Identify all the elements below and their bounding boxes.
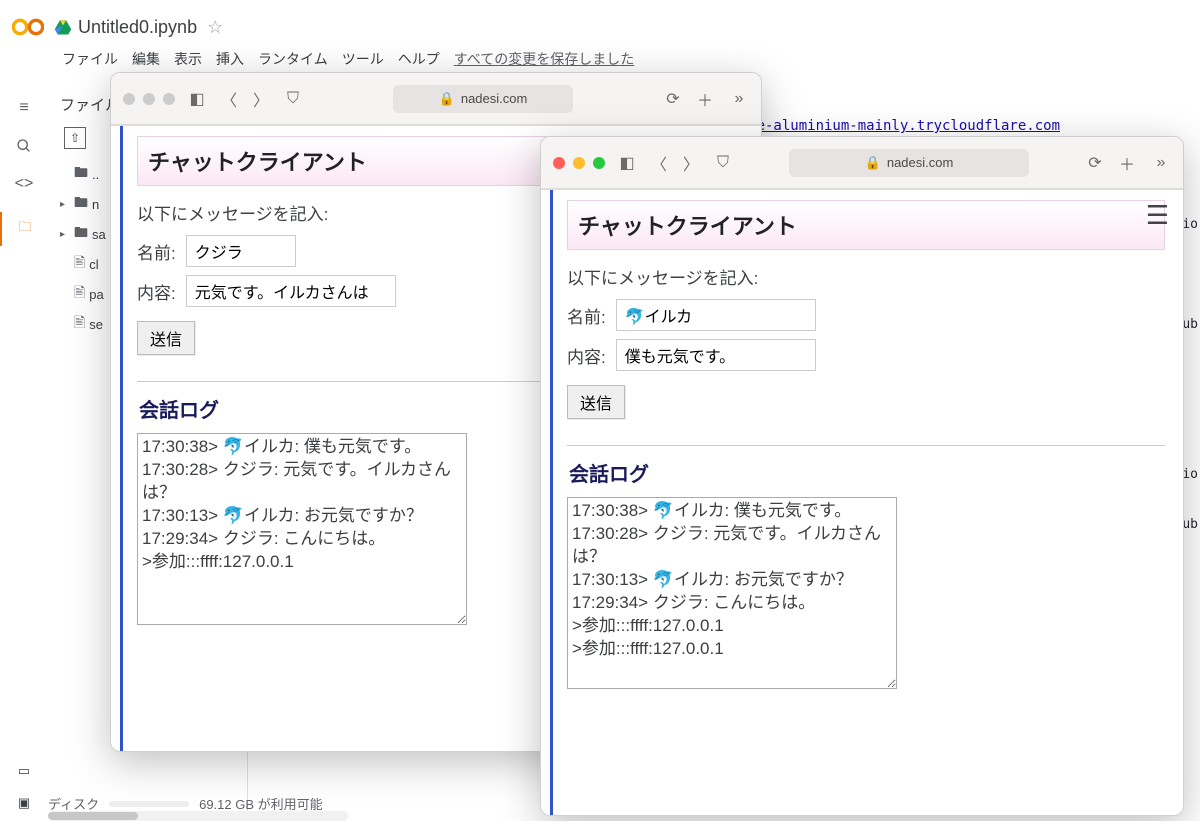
menu-edit[interactable]: 編集 (132, 49, 160, 69)
hamburger-icon[interactable]: ☰ (1146, 200, 1169, 231)
save-status: すべての変更を保存しました (454, 49, 634, 69)
tabs-icon[interactable]: » (729, 89, 749, 109)
safari-toolbar: ◧ 〈 〉 ⛉ 🔒 nadesi.com ⟳ ＋ » (111, 73, 761, 125)
toc-icon[interactable]: ≡ (14, 98, 34, 118)
forward-icon[interactable]: 〉 (681, 153, 701, 173)
menu-tools[interactable]: ツール (342, 49, 384, 69)
safari-window-2: ◧ 〈 〉 ⛉ 🔒 nadesi.com ⟳ ＋ » ☰ チャットクライアント … (540, 136, 1184, 816)
reload-icon[interactable]: ⟳ (663, 89, 683, 109)
lock-icon: 🔒 (865, 155, 881, 171)
content-input[interactable] (616, 339, 816, 371)
content-input[interactable] (186, 275, 396, 307)
new-tab-icon[interactable]: ＋ (695, 89, 715, 109)
code-icon[interactable]: <> (14, 174, 34, 194)
log-title: 会話ログ (567, 454, 1165, 497)
traffic-lights[interactable] (123, 93, 175, 105)
sidebar-icon[interactable]: ◧ (617, 153, 637, 173)
name-input[interactable] (616, 299, 816, 331)
terminal-icon[interactable]: ▣ (18, 795, 30, 811)
chat-title: チャットクライアント (567, 200, 1165, 250)
safari-toolbar: ◧ 〈 〉 ⛉ 🔒 nadesi.com ⟳ ＋ » (541, 137, 1183, 189)
menu-insert[interactable]: 挿入 (216, 49, 244, 69)
instructions: 以下にメッセージを記入: (567, 264, 1165, 289)
content-label: 内容: (567, 343, 606, 368)
new-tab-icon[interactable]: ＋ (1117, 153, 1137, 173)
left-rail: ≡ <> 🗀 (0, 80, 48, 791)
document-title[interactable]: Untitled0.ipynb (78, 17, 197, 38)
address-bar[interactable]: 🔒 nadesi.com (393, 85, 573, 113)
tabs-icon[interactable]: » (1151, 153, 1171, 173)
send-button[interactable]: 送信 (137, 321, 195, 355)
name-input[interactable] (186, 235, 296, 267)
menu-runtime[interactable]: ランタイム (258, 49, 328, 69)
sidebar-icon[interactable]: ◧ (187, 89, 207, 109)
colab-logo-icon (12, 11, 44, 43)
back-icon[interactable]: 〈 (649, 153, 669, 173)
send-button[interactable]: 送信 (567, 385, 625, 419)
divider (567, 445, 1165, 446)
menu-file[interactable]: ファイル (62, 49, 118, 69)
horizontal-scrollbar[interactable] (48, 811, 348, 821)
address-text: nadesi.com (461, 91, 527, 106)
reload-icon[interactable]: ⟳ (1085, 153, 1105, 173)
menu-view[interactable]: 表示 (174, 49, 202, 69)
content-label: 内容: (137, 279, 176, 304)
folder-icon[interactable]: 🗀 (0, 212, 48, 246)
traffic-lights[interactable] (553, 157, 605, 169)
colab-header: Untitled0.ipynb ☆ (0, 0, 1200, 48)
snippet-icon[interactable]: ▭ (18, 763, 30, 779)
log-textarea[interactable]: 17:30:38> 🐬イルカ: 僕も元気です。 17:30:28> クジラ: 元… (567, 497, 897, 689)
name-label: 名前: (137, 239, 176, 264)
back-icon[interactable]: 〈 (219, 89, 239, 109)
partial-code: io ub io ub (1182, 200, 1198, 550)
star-icon[interactable]: ☆ (207, 17, 223, 38)
upload-icon[interactable]: ⇧ (64, 127, 86, 149)
log-textarea[interactable]: 17:30:38> 🐬イルカ: 僕も元気です。 17:30:28> クジラ: 元… (137, 433, 467, 625)
menu-help[interactable]: ヘルプ (398, 49, 440, 69)
shield-icon[interactable]: ⛉ (283, 89, 303, 109)
name-label: 名前: (567, 303, 606, 328)
address-bar[interactable]: 🔒 nadesi.com (789, 149, 1029, 177)
forward-icon[interactable]: 〉 (251, 89, 271, 109)
shield-icon[interactable]: ⛉ (713, 153, 733, 173)
address-text: nadesi.com (887, 155, 953, 170)
lock-icon: 🔒 (439, 91, 455, 107)
search-icon[interactable] (14, 136, 34, 156)
cloudflare-url[interactable]: e-aluminium-mainly.trycloudflare.com (757, 118, 1060, 134)
drive-icon (54, 18, 72, 36)
